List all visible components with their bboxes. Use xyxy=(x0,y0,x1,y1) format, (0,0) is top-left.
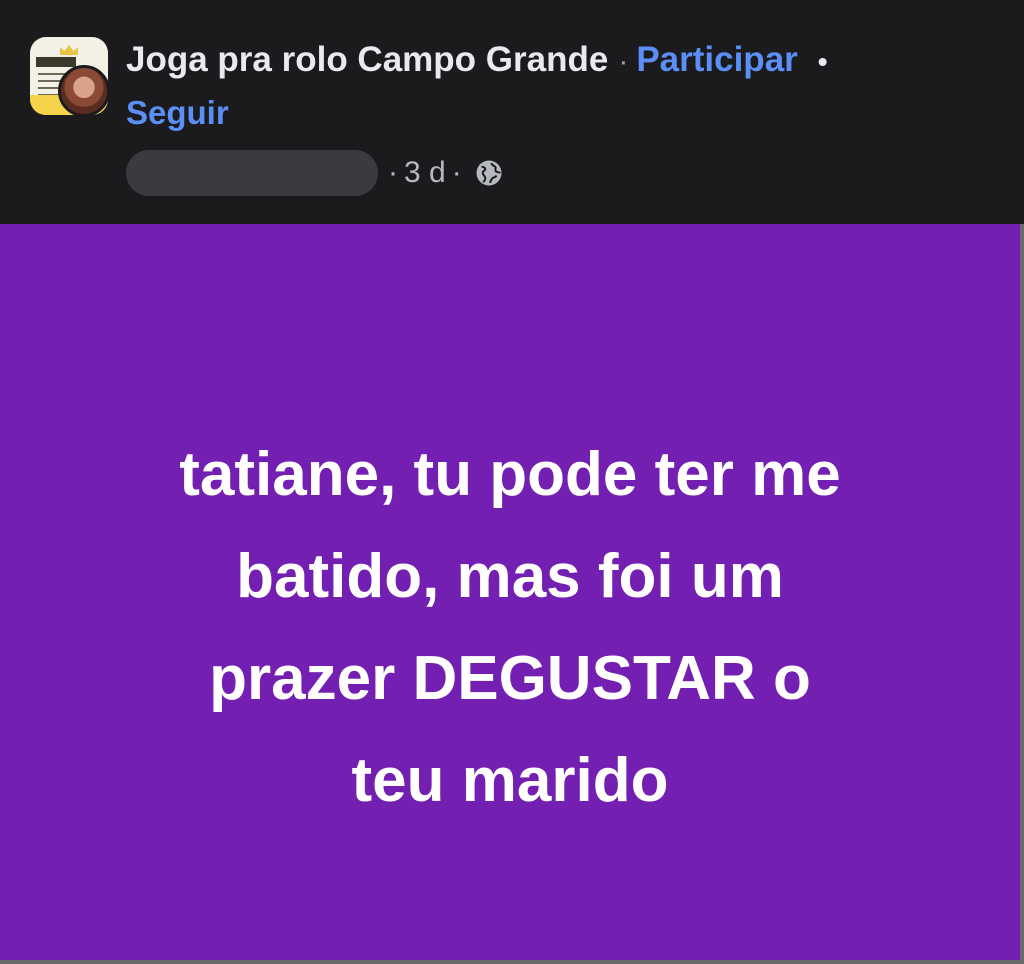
post-text-line: batido, mas foi um xyxy=(236,542,784,611)
post-text: tatiane, tu pode ter me batido, mas foi … xyxy=(40,424,980,832)
meta-separator: · xyxy=(388,156,398,189)
post-meta: · 3 d · xyxy=(126,150,504,196)
globe-icon xyxy=(476,160,502,186)
post-text-line: prazer DEGUSTAR o xyxy=(209,644,811,713)
post-text-line: tatiane, tu pode ter me xyxy=(179,440,841,509)
meta-separator: · xyxy=(451,156,462,189)
group-avatar-banner xyxy=(36,57,76,67)
title-separator: · xyxy=(618,45,629,78)
redacted-author-name xyxy=(126,150,378,196)
post-timestamp[interactable]: 3 d xyxy=(404,156,446,190)
crown-icon xyxy=(60,45,78,55)
title-bullet: • xyxy=(817,46,828,77)
post-body[interactable]: tatiane, tu pode ter me batido, mas foi … xyxy=(0,224,1024,964)
avatar-stack[interactable] xyxy=(30,37,110,117)
follow-link[interactable]: Seguir xyxy=(126,92,229,134)
facebook-post: Joga pra rolo Campo Grande · Participar • S… xyxy=(0,0,1024,964)
post-text-line: teu marido xyxy=(351,746,669,815)
post-title-line: Joga pra rolo Campo Grande · Participar • xyxy=(126,38,1006,84)
group-name-link[interactable]: Joga pra rolo Campo Grande xyxy=(126,40,608,79)
author-avatar[interactable] xyxy=(58,65,110,117)
post-header: Joga pra rolo Campo Grande · Participar • S… xyxy=(0,0,1024,224)
join-group-link[interactable]: Participar xyxy=(636,40,797,79)
